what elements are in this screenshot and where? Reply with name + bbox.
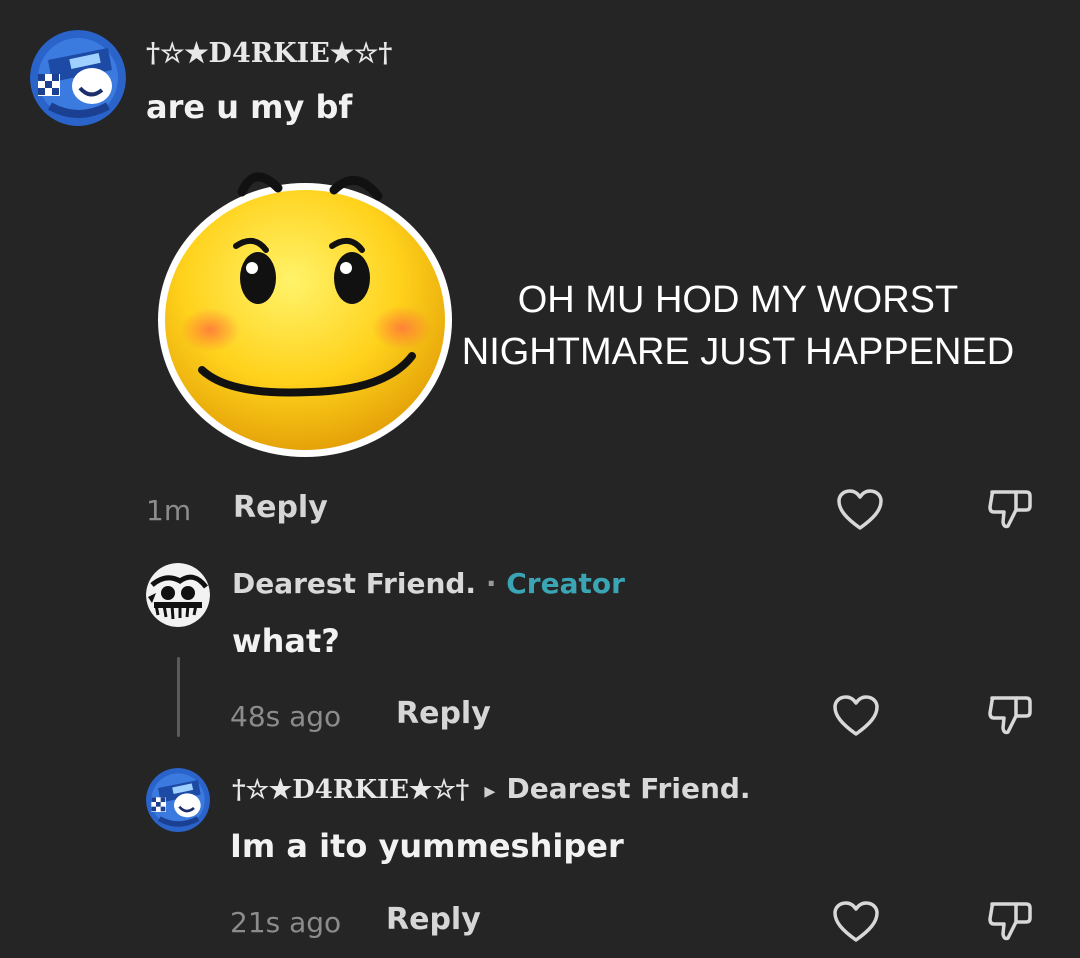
creator-badge: Creator [506,567,625,600]
avatar-d4rkie[interactable] [146,768,210,832]
avatar-image [146,563,210,627]
reply-button[interactable]: Reply [233,490,328,525]
reply-arrow-icon: ▸ [484,779,496,804]
comment-text: are u my bf [146,88,353,126]
reply-username-line: †☆★D4RKIE★☆† ▸ Dearest Friend. [232,772,751,805]
comment-username[interactable]: †☆★D4RKIE★☆† [146,38,392,69]
comment-timestamp: 48s ago [230,700,342,733]
comment-username[interactable]: †☆★D4RKIE★☆† [232,775,469,805]
avatar-image [146,768,210,832]
comment-timestamp: 21s ago [230,906,342,939]
dislike-thumbs-down-icon[interactable] [986,692,1034,738]
like-heart-icon[interactable] [832,900,880,944]
sticker-caption: OH MU HOD MY WORST NIGHTMARE JUST HAPPEN… [461,279,1015,373]
comment-username[interactable]: Dearest Friend. [232,567,476,600]
like-heart-icon[interactable] [832,694,880,738]
avatar-image [30,30,126,126]
smiley-face-icon [158,172,452,457]
comment-timestamp: 1m [146,494,192,527]
like-heart-icon[interactable] [836,488,884,532]
reply-username-line: Dearest Friend. · Creator [232,567,625,600]
reply-button[interactable]: Reply [396,696,491,731]
comments-screen: †☆★D4RKIE★☆† are u my bf OH MU HOD MY WO… [0,0,1080,958]
separator-dot: · [485,567,497,600]
comment-text: what? [232,622,340,660]
avatar-d4rkie[interactable] [30,30,126,126]
dislike-thumbs-down-icon[interactable] [986,486,1034,532]
thread-line [177,657,180,737]
reply-to-username[interactable]: Dearest Friend. [506,772,750,805]
avatar-dearest-friend[interactable] [146,563,210,627]
smiley-sticker [150,160,460,460]
dislike-thumbs-down-icon[interactable] [986,898,1034,944]
comment-text: Im a ito yummeshiper [230,827,624,865]
reply-button[interactable]: Reply [386,902,481,937]
